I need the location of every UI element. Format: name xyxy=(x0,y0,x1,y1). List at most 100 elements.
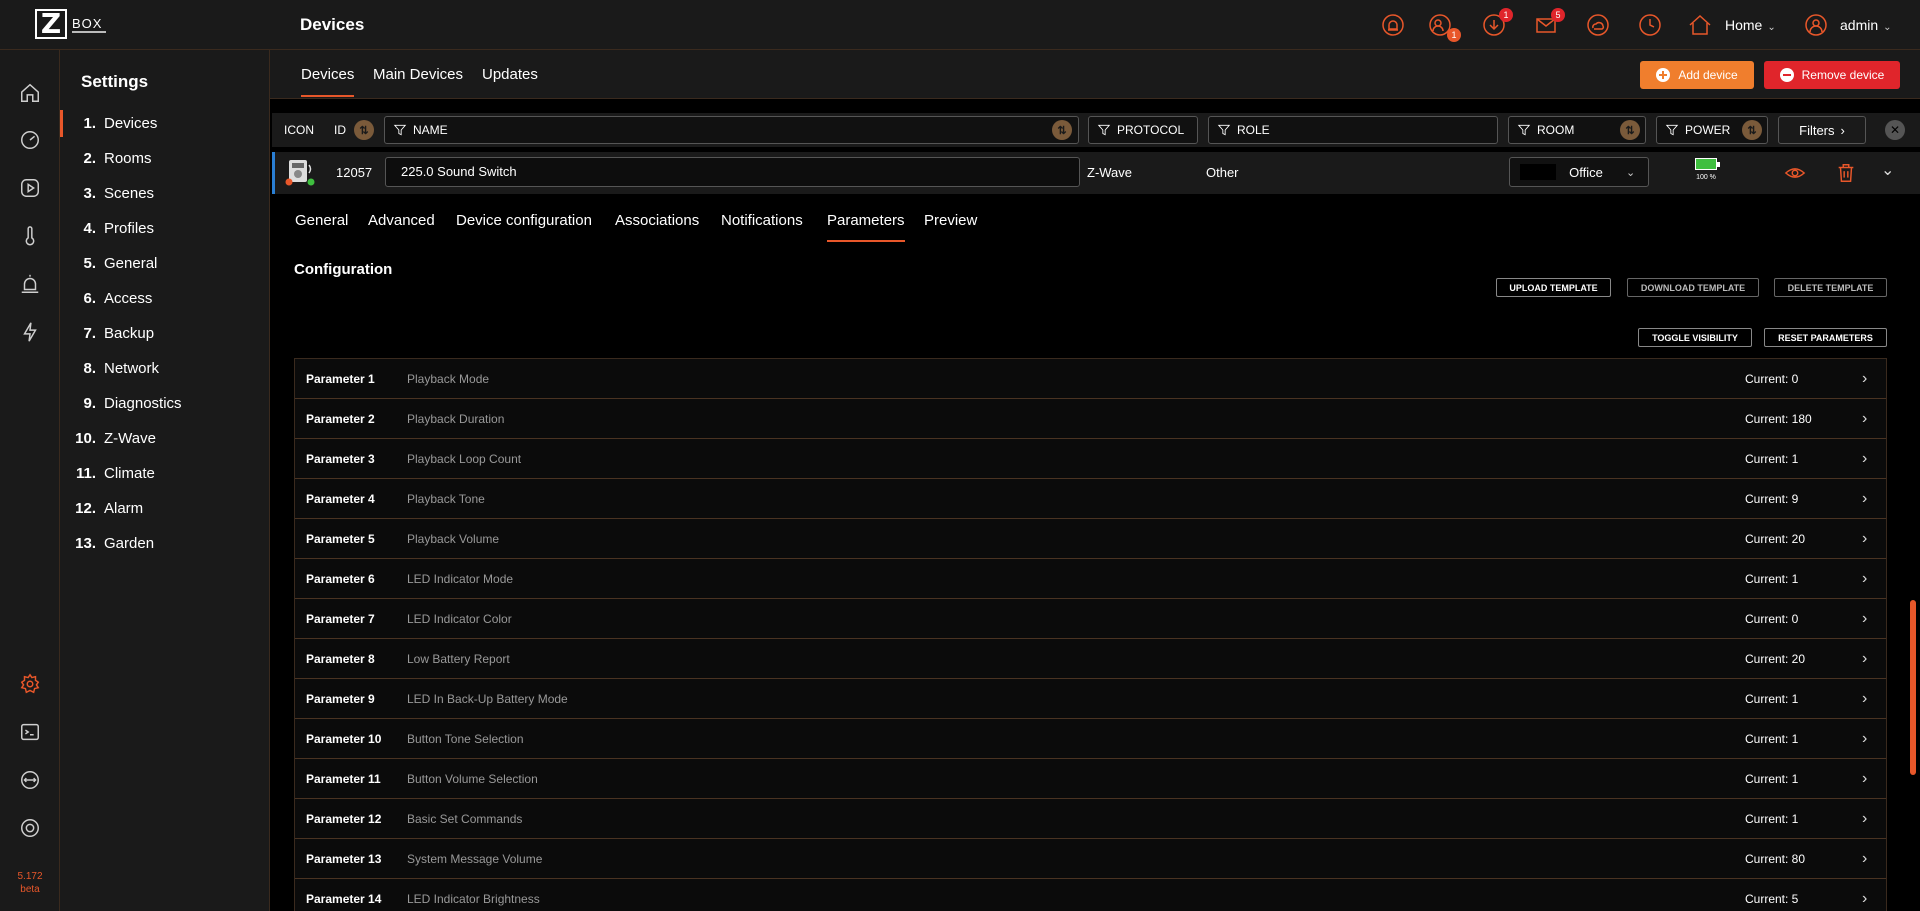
sidebar-item-access[interactable]: 6. Access xyxy=(60,281,269,316)
sort-id-icon[interactable]: ⇅ xyxy=(354,120,374,140)
scrollbar-thumb[interactable] xyxy=(1910,600,1916,775)
sidebar-item-devices[interactable]: 1. Devices xyxy=(60,106,269,141)
eye-icon[interactable] xyxy=(1784,162,1806,189)
sort-power-icon[interactable]: ⇅ xyxy=(1742,120,1762,140)
logo-area: Z BOX xyxy=(0,0,270,50)
user-avatar-icon[interactable] xyxy=(1803,12,1829,38)
room-select[interactable]: Office ⌄ xyxy=(1509,157,1649,187)
tab-updates[interactable]: Updates xyxy=(482,66,538,83)
name-filter-input[interactable]: NAME xyxy=(384,116,1079,144)
parameter-row[interactable]: Parameter 12 Basic Set Commands Current: 1… xyxy=(295,799,1886,839)
chevron-down-icon[interactable]: ⌄ xyxy=(1881,160,1894,180)
add-device-button[interactable]: Add device xyxy=(1640,61,1754,89)
tab-preview[interactable]: Preview xyxy=(924,212,977,229)
filters-button[interactable]: Filters › xyxy=(1778,116,1866,144)
tab-general[interactable]: General xyxy=(295,212,348,229)
sort-name-icon[interactable]: ⇅ xyxy=(1052,120,1072,140)
role-filter-input[interactable]: ROLE xyxy=(1208,116,1498,144)
parameter-row[interactable]: Parameter 6 LED Indicator Mode Current: 1 › xyxy=(295,559,1886,599)
download-template-button[interactable]: DOWNLOAD TEMPLATE xyxy=(1627,278,1759,297)
tab-main-devices[interactable]: Main Devices xyxy=(373,66,463,83)
mail-icon[interactable]: 5 xyxy=(1533,8,1565,38)
users-icon[interactable]: 1 xyxy=(1427,12,1461,42)
remove-device-button[interactable]: Remove device xyxy=(1764,61,1900,89)
sidebar-item-label: Rooms xyxy=(104,150,152,167)
sidebar-item-garden[interactable]: 13. Garden xyxy=(60,526,269,561)
close-icon[interactable]: ✕ xyxy=(1885,120,1905,140)
chevron-down-icon: ⌄ xyxy=(1767,22,1776,33)
parameter-row[interactable]: Parameter 8 Low Battery Report Current: 20… xyxy=(295,639,1886,679)
device-name-field[interactable]: 225.0 Sound Switch xyxy=(385,157,1080,187)
device-row[interactable]: 12057 225.0 Sound Switch Z-Wave Other Of… xyxy=(272,152,1920,194)
tab-device-configuration[interactable]: Device configuration xyxy=(456,212,592,229)
tab-devices[interactable]: Devices xyxy=(301,66,355,97)
sidebar-item-climate[interactable]: 11. Climate xyxy=(60,456,269,491)
users-badge: 1 xyxy=(1447,28,1461,42)
sidebar-item-diagnostics[interactable]: 9. Diagnostics xyxy=(60,386,269,421)
parameter-number: Parameter 10 xyxy=(306,731,382,746)
dashboard-icon[interactable] xyxy=(18,128,42,152)
reset-parameters-button[interactable]: RESET PARAMETERS xyxy=(1764,328,1887,347)
parameter-row[interactable]: Parameter 2 Playback Duration Current: 180… xyxy=(295,399,1886,439)
parameter-current: Current: 20 xyxy=(1745,651,1806,666)
sort-room-icon[interactable]: ⇅ xyxy=(1620,120,1640,140)
sidebar-item-zwave[interactable]: 10. Z-Wave xyxy=(60,421,269,456)
sidebar-item-general[interactable]: 5. General xyxy=(60,246,269,281)
tab-advanced[interactable]: Advanced xyxy=(368,212,435,229)
parameter-row[interactable]: Parameter 1 Playback Mode Current: 0 › xyxy=(295,359,1886,399)
weather-icon[interactable] xyxy=(1585,12,1611,38)
user-menu[interactable]: admin ⌄ xyxy=(1840,17,1892,33)
sidebar-item-rooms[interactable]: 2. Rooms xyxy=(60,141,269,176)
home-selector[interactable]: Home ⌄ xyxy=(1725,17,1776,33)
trash-icon[interactable] xyxy=(1835,162,1857,189)
toggle-visibility-button[interactable]: TOGGLE VISIBILITY xyxy=(1638,328,1752,347)
chevron-right-icon: › xyxy=(1862,849,1868,867)
home-icon[interactable] xyxy=(18,81,42,105)
clock-icon[interactable] xyxy=(1637,12,1663,38)
logo-text: BOX xyxy=(72,16,103,31)
house-icon[interactable] xyxy=(1687,12,1713,38)
delete-template-button[interactable]: DELETE TEMPLATE xyxy=(1774,278,1887,297)
protocol-filter-input[interactable]: PROTOCOL xyxy=(1088,116,1198,144)
sidebar-item-scenes[interactable]: 3. Scenes xyxy=(60,176,269,211)
alarm-icon[interactable] xyxy=(18,272,42,296)
sidebar-item-number: 9. xyxy=(83,395,96,412)
chevron-right-icon: › xyxy=(1862,729,1868,747)
terminal-icon[interactable] xyxy=(18,720,42,744)
parameter-number: Parameter 14 xyxy=(306,891,382,906)
parameter-row[interactable]: Parameter 5 Playback Volume Current: 20 › xyxy=(295,519,1886,559)
room-filter-label: ROOM xyxy=(1537,123,1575,137)
thermometer-icon[interactable] xyxy=(18,224,42,248)
parameter-row[interactable]: Parameter 4 Playback Tone Current: 9 › xyxy=(295,479,1886,519)
download-badge: 1 xyxy=(1499,8,1513,22)
device-role: Other xyxy=(1206,165,1239,180)
sidebar-item-alarm[interactable]: 12. Alarm xyxy=(60,491,269,526)
tab-parameters[interactable]: Parameters xyxy=(827,212,905,242)
sidebar-item-backup[interactable]: 7. Backup xyxy=(60,316,269,351)
battery-level: 100 % xyxy=(1696,174,1716,181)
parameter-row[interactable]: Parameter 3 Playback Loop Count Current: 1… xyxy=(295,439,1886,479)
help-lifebuoy-icon[interactable] xyxy=(18,816,42,840)
tab-notifications[interactable]: Notifications xyxy=(721,212,803,229)
parameter-row[interactable]: Parameter 11 Button Volume Selection Curre… xyxy=(295,759,1886,799)
parameter-row[interactable]: Parameter 7 LED Indicator Color Current: 0… xyxy=(295,599,1886,639)
alarm-bell-icon[interactable] xyxy=(1380,12,1406,38)
settings-gear-icon[interactable] xyxy=(18,672,42,696)
sidebar-item-network[interactable]: 8. Network xyxy=(60,351,269,386)
sidebar-item-number: 13. xyxy=(75,535,96,552)
media-icon[interactable] xyxy=(18,176,42,200)
sidebar-item-label: Network xyxy=(104,360,160,377)
network-icon[interactable] xyxy=(18,768,42,792)
parameter-row[interactable]: Parameter 9 LED In Back-Up Battery Mode Cu… xyxy=(295,679,1886,719)
parameter-row[interactable]: Parameter 14 LED Indicator Brightness Curr… xyxy=(295,879,1886,911)
parameter-row[interactable]: Parameter 10 Button Tone Selection Current… xyxy=(295,719,1886,759)
sidebar-item-profiles[interactable]: 4. Profiles xyxy=(60,211,269,246)
parameter-row[interactable]: Parameter 13 System Message Volume Current… xyxy=(295,839,1886,879)
sidebar-item-number: 1. xyxy=(83,115,96,132)
download-icon[interactable]: 1 xyxy=(1481,8,1513,38)
chevron-right-icon: › xyxy=(1862,369,1868,387)
energy-icon[interactable] xyxy=(18,320,42,344)
upload-template-button[interactable]: UPLOAD TEMPLATE xyxy=(1496,278,1611,297)
sidebar-item-label: Climate xyxy=(104,465,155,482)
tab-associations[interactable]: Associations xyxy=(615,212,699,229)
